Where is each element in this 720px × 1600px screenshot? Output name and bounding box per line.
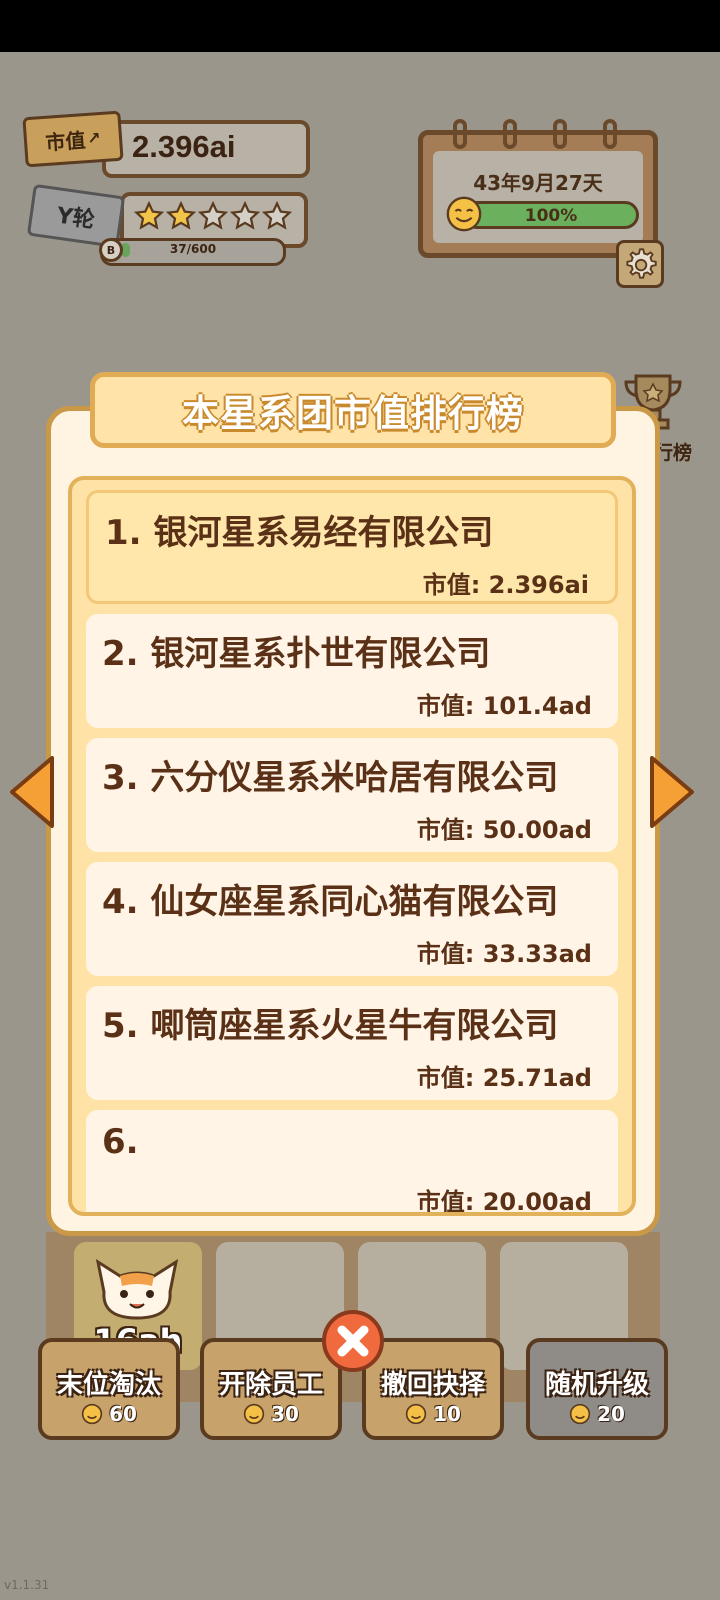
star-empty-icon — [262, 201, 292, 230]
company-name: 1. 银河星系易经有限公司 — [105, 513, 494, 553]
random-upgrade-button[interactable]: 随机升级 20 — [526, 1338, 668, 1440]
close-button[interactable] — [322, 1310, 384, 1372]
button-cost: 10 — [366, 1402, 500, 1426]
leaderboard-row: 5. 唧筒座星系火星牛有限公司 市值: 25.71ad — [86, 986, 618, 1100]
calendar-ring-icon — [553, 119, 567, 149]
mood-progress-bar: 100% — [463, 201, 639, 229]
market-value-tag-label: 市值 — [44, 127, 87, 155]
mood-percent: 100% — [524, 206, 578, 226]
chart-up-icon: ↗ — [86, 127, 102, 148]
star-filled-icon — [134, 201, 164, 230]
status-bar — [0, 0, 720, 52]
screen: 2.396ai 市值 ↗ Y轮 B 37/600 43年9月27天 100% 行… — [0, 0, 720, 1600]
company-name: 4. 仙女座星系同心猫有限公司 — [102, 882, 559, 922]
star-empty-icon — [198, 201, 228, 230]
leaderboard-row: 4. 仙女座星系同心猫有限公司 市值: 33.33ad — [86, 862, 618, 976]
company-market-value: 市值: 25.71ad — [416, 1064, 592, 1092]
button-cost: 60 — [42, 1402, 176, 1426]
xp-progress-text: 37/600 — [169, 242, 217, 256]
smiley-face-icon — [81, 1403, 103, 1425]
smiley-face-icon — [243, 1403, 265, 1425]
game-area: 2.396ai 市值 ↗ Y轮 B 37/600 43年9月27天 100% 行… — [0, 52, 720, 1600]
market-value-tag: 市值 ↗ — [22, 110, 124, 168]
smiley-face-icon — [405, 1403, 427, 1425]
company-market-value: 市值: 20.00ad — [416, 1188, 592, 1216]
company-name: 2. 银河星系扑世有限公司 — [102, 634, 491, 674]
calendar-date: 43年9月27天 — [473, 171, 603, 195]
cost-value: 20 — [597, 1402, 625, 1426]
button-label: 撤回抉择 — [380, 1370, 485, 1400]
modal-title: 本星系团市值排行榜 — [182, 392, 524, 435]
cat-icon — [95, 1258, 179, 1320]
close-icon — [337, 1325, 369, 1357]
leaderboard-row: 2. 银河星系扑世有限公司 市值: 101.4ad — [86, 614, 618, 728]
button-label: 末位淘汰 — [56, 1370, 161, 1400]
previous-page-arrow[interactable] — [6, 752, 56, 832]
button-cost: 30 — [204, 1402, 338, 1426]
calendar-ring-icon — [603, 119, 617, 149]
button-label: 随机升级 — [544, 1370, 649, 1400]
calendar-panel: 43年9月27天 100% — [418, 119, 658, 258]
market-value: 2.396ai — [132, 129, 236, 164]
smiley-face-icon — [569, 1403, 591, 1425]
company-name: 5. 唧筒座星系火星牛有限公司 — [102, 1006, 559, 1046]
leaderboard-row: 6. 市值: 20.00ad — [86, 1110, 618, 1216]
cost-value: 10 — [433, 1402, 461, 1426]
xp-progress-bar: B 37/600 — [99, 238, 286, 266]
company-market-value: 市值: 50.00ad — [416, 816, 592, 844]
cost-value: 30 — [271, 1402, 299, 1426]
leaderboard-row: 3. 六分仪星系米哈居有限公司 市值: 50.00ad — [86, 738, 618, 852]
undo-choice-button[interactable]: 撤回抉择 10 — [362, 1338, 504, 1440]
button-cost: 20 — [530, 1402, 664, 1426]
smiley-face-icon — [446, 196, 482, 232]
company-market-value: 市值: 33.33ad — [416, 940, 592, 968]
calendar-ring-icon — [503, 119, 517, 149]
cost-value: 60 — [109, 1402, 137, 1426]
version-label: v1.1.31 — [4, 1578, 50, 1592]
company-name: 6. — [102, 1122, 139, 1162]
settings-button[interactable] — [616, 240, 664, 288]
star-empty-icon — [230, 201, 260, 230]
funding-round-label: Y轮 — [55, 203, 97, 234]
gear-icon — [626, 248, 657, 279]
modal-title-banner: 本星系团市值排行榜 — [90, 372, 616, 448]
leaderboard-row: 1. 银河星系易经有限公司 市值: 2.396ai — [86, 490, 618, 604]
market-value-box: 2.396ai — [102, 120, 310, 178]
fire-employee-button[interactable]: 开除员工 30 — [200, 1338, 342, 1440]
company-name: 3. 六分仪星系米哈居有限公司 — [102, 758, 559, 798]
next-page-arrow[interactable] — [648, 752, 698, 832]
leaderboard-list[interactable]: 1. 银河星系易经有限公司 市值: 2.396ai 2. 银河星系扑世有限公司 … — [68, 476, 636, 1216]
star-filled-icon — [166, 201, 196, 230]
calendar-ring-icon — [453, 119, 467, 149]
button-label: 开除员工 — [218, 1370, 323, 1400]
company-market-value: 市值: 101.4ad — [416, 692, 592, 720]
company-market-value: 市值: 2.396ai — [422, 571, 589, 599]
calendar-inner: 43年9月27天 100% — [433, 151, 643, 243]
eliminate-last-button[interactable]: 末位淘汰 60 — [38, 1338, 180, 1440]
